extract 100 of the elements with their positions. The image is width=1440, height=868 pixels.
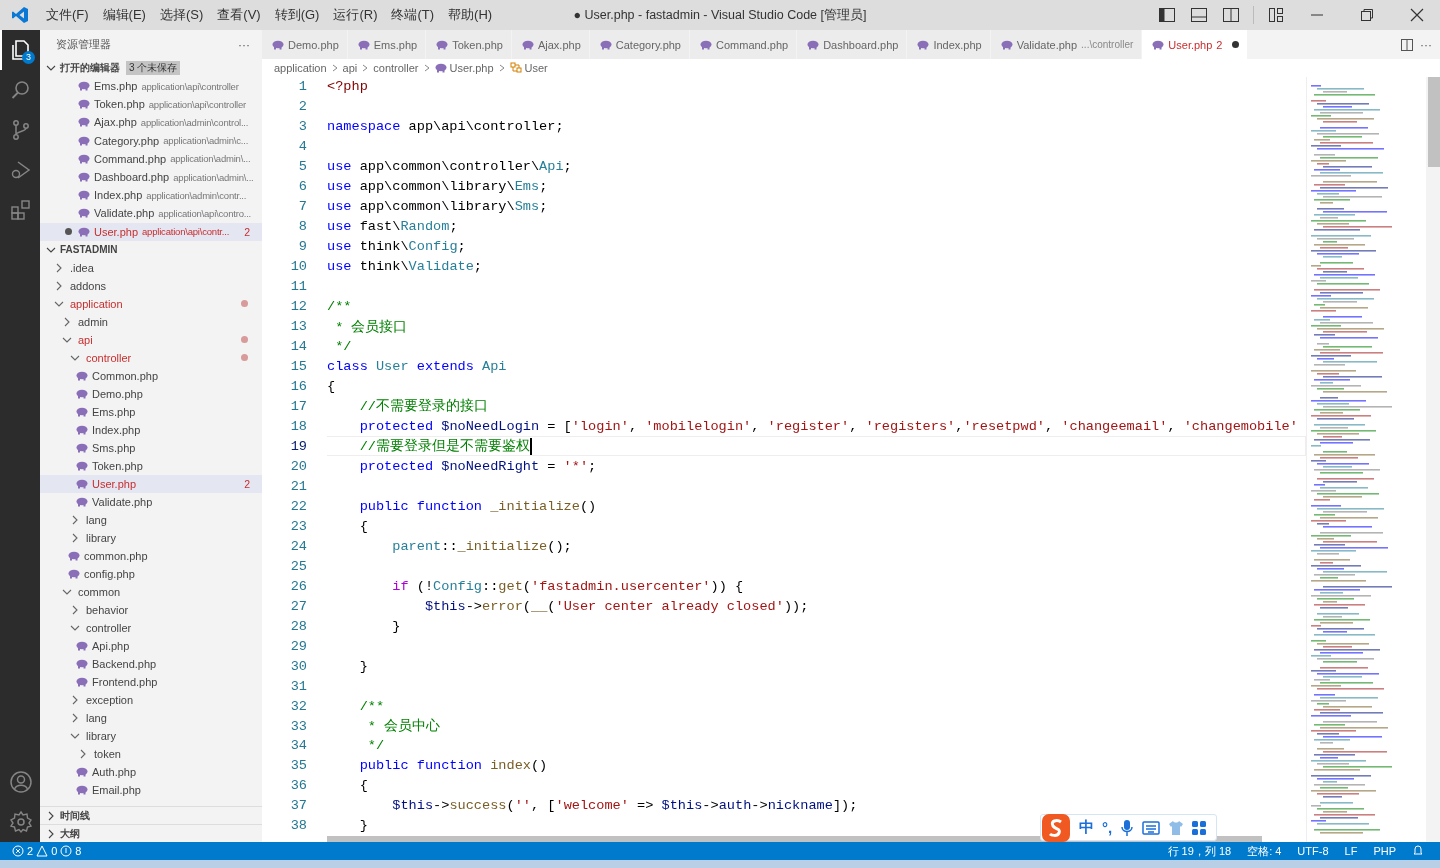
menu-item[interactable]: 运行(R) — [327, 6, 384, 24]
editor-tab[interactable]: Demo.php — [262, 30, 348, 59]
folder-item[interactable]: exception — [40, 690, 262, 709]
code-line: { — [358, 778, 368, 794]
line-number: 12 — [289, 299, 307, 315]
status-item[interactable]: 空格: 4 — [1247, 843, 1282, 859]
input-mode-toggle[interactable]: 中 — [1079, 818, 1094, 837]
php-file-icon — [78, 153, 90, 164]
editor-tab[interactable]: Command.php — [690, 30, 798, 59]
breadcrumb-item[interactable]: api — [342, 62, 358, 74]
folder-item[interactable]: controller — [40, 348, 262, 367]
toggle-panel-icon[interactable] — [1190, 7, 1208, 23]
folder-item[interactable]: addons — [40, 276, 262, 295]
status-item[interactable]: PHP — [1373, 843, 1396, 859]
settings-icon[interactable] — [9, 810, 33, 834]
status-item[interactable]: LF — [1344, 843, 1358, 859]
file-item[interactable]: common.php — [40, 546, 262, 565]
open-editor-item[interactable]: User.php application\api\contr... 2 — [40, 222, 262, 241]
item-label: addons — [70, 279, 107, 292]
grid-icon[interactable] — [1192, 820, 1207, 835]
file-item[interactable]: Token.php — [40, 456, 262, 475]
open-editor-item[interactable]: Ems.php application\api\controller — [40, 77, 262, 96]
editor-tab[interactable]: Ajax.php — [511, 30, 590, 59]
menu-item[interactable]: 转到(G) — [268, 6, 326, 24]
file-name: Token.php — [94, 98, 145, 111]
folder-item[interactable]: token — [40, 744, 262, 763]
breadcrumb-item[interactable]: controller — [373, 62, 419, 74]
menu-item[interactable]: 编辑(E) — [96, 6, 152, 24]
item-label: controller — [86, 621, 132, 634]
folder-item[interactable]: lang — [40, 708, 262, 727]
code-line: class User extends Api — [327, 359, 507, 375]
file-item[interactable]: Frontend.php — [40, 672, 262, 691]
file-item[interactable]: Email.php — [40, 780, 262, 799]
more-actions-button[interactable]: ··· — [1420, 37, 1432, 52]
toggle-sidebar-icon[interactable] — [1158, 7, 1176, 23]
breadcrumb-item[interactable]: application — [274, 62, 327, 74]
code-line: <?php — [327, 79, 368, 95]
open-editor-item[interactable]: Index.php application\admin\contr... — [40, 186, 262, 205]
toggle-secondary-sidebar-icon[interactable] — [1222, 7, 1240, 23]
line-number: 9 — [297, 239, 307, 255]
file-item[interactable]: config.php — [40, 564, 262, 583]
folder-item[interactable]: application — [40, 294, 262, 313]
folder-item[interactable]: lang — [40, 510, 262, 529]
keyboard-icon[interactable] — [1142, 820, 1161, 835]
menu-item[interactable]: 选择(S) — [153, 6, 210, 24]
open-editor-item[interactable]: Dashboard.php application\admin\... — [40, 167, 262, 187]
file-item[interactable]: Auth.php — [40, 762, 262, 781]
folder-item[interactable]: .idea — [40, 258, 262, 277]
file-item[interactable]: Backend.php — [40, 654, 262, 673]
run-debug-icon[interactable] — [9, 158, 33, 182]
file-item[interactable]: Ems.php — [40, 402, 262, 421]
file-item[interactable]: Index.php — [40, 420, 262, 439]
file-item[interactable]: Api.php — [40, 636, 262, 655]
problems-status[interactable]: 2 0 8 — [8, 845, 86, 857]
more-actions-button[interactable]: ··· — [238, 37, 250, 52]
menu-item[interactable]: 文件(F) — [40, 6, 95, 24]
close-icon[interactable] — [1409, 7, 1425, 23]
account-icon[interactable] — [9, 770, 33, 794]
menu-item[interactable]: 帮助(H) — [442, 6, 499, 24]
editor-tab[interactable]: Index.php — [907, 30, 991, 59]
folder-item[interactable]: admin — [40, 312, 262, 331]
scrollbar-thumb[interactable] — [1428, 77, 1440, 167]
open-editor-item[interactable]: Validate.php application\api\contro... — [40, 204, 262, 223]
bell-icon[interactable] — [1412, 843, 1424, 856]
folder-item[interactable]: library — [40, 726, 262, 745]
restore-icon[interactable] — [1359, 7, 1375, 23]
customize-layout-icon[interactable] — [1268, 7, 1284, 23]
folder-item[interactable]: controller — [40, 618, 262, 637]
extensions-icon[interactable] — [9, 198, 33, 222]
item-label: Api.php — [92, 639, 130, 652]
punctuation-toggle[interactable]: °, — [1102, 819, 1113, 836]
status-item[interactable]: 行 19，列 18 — [1167, 843, 1232, 859]
split-editor-icon[interactable] — [1400, 37, 1414, 52]
open-editor-item[interactable]: Token.php application\api\controller — [40, 95, 262, 114]
file-item[interactable]: Common.php — [40, 366, 262, 385]
microphone-icon[interactable] — [1120, 818, 1135, 837]
file-item[interactable]: Demo.php — [40, 384, 262, 403]
folder-item[interactable]: behavior — [40, 600, 262, 619]
open-editor-item[interactable]: Ajax.php application\admin\control... — [40, 113, 262, 132]
menu-item[interactable]: 终端(T) — [385, 6, 441, 24]
ime-logo-icon[interactable] — [1041, 812, 1071, 843]
editor-tab[interactable]: Dashboard.php — [797, 30, 908, 59]
editor-tab[interactable]: User.php 2 — [1142, 30, 1249, 59]
folder-item[interactable]: api — [40, 330, 262, 349]
editor-tab[interactable]: Validate.php ...\controller — [990, 30, 1143, 59]
file-item[interactable]: User.php 2 — [40, 474, 262, 493]
breadcrumb-item[interactable]: User — [509, 62, 548, 74]
status-item[interactable]: UTF-8 — [1297, 843, 1329, 859]
menu-item[interactable]: 查看(V) — [211, 6, 267, 24]
editor-tab[interactable]: Category.php — [589, 30, 690, 59]
item-label: token — [94, 747, 121, 760]
open-editor-item[interactable]: Command.php application\admin\... — [40, 149, 262, 168]
open-editor-item[interactable]: Category.php application\admin\c... — [40, 131, 262, 150]
file-item[interactable]: Sms.php — [40, 438, 262, 457]
folder-item[interactable]: common — [40, 582, 262, 601]
editor-tab[interactable]: Ems.php — [347, 30, 427, 59]
file-item[interactable]: Validate.php — [40, 492, 262, 511]
editor-tab[interactable]: Token.php — [426, 30, 512, 59]
breadcrumb-item[interactable]: User.php — [434, 62, 494, 74]
folder-item[interactable]: library — [40, 528, 262, 547]
